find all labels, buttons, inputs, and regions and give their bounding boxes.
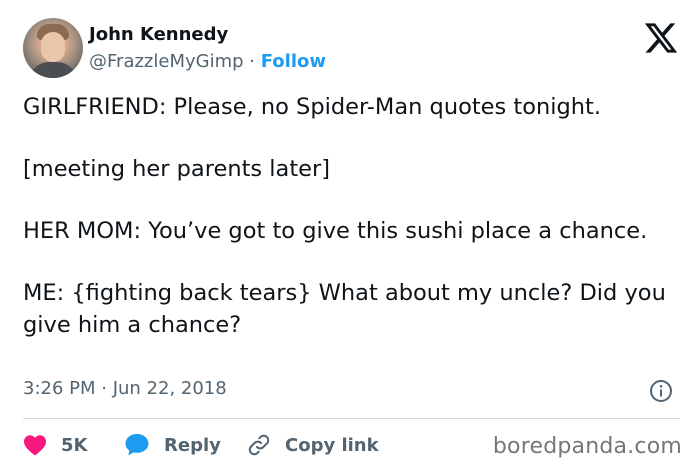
copy-link-button[interactable]: Copy link: [247, 430, 379, 460]
tweet-paragraph-3: HER MOM: You’ve got to give this sushi p…: [23, 218, 648, 244]
tweet-paragraph-2: [meeting her parents later]: [23, 156, 331, 182]
author-handle[interactable]: @FrazzleMyGimp: [89, 51, 244, 72]
info-icon[interactable]: [649, 379, 673, 403]
avatar[interactable]: [23, 18, 83, 78]
tweet-paragraph-4: ME: {fighting back tears} What about my …: [23, 280, 666, 338]
follow-button[interactable]: Follow: [261, 51, 326, 72]
tweet-header: John Kennedy @FrazzleMyGimp · Follow: [23, 18, 683, 80]
watermark: boredpanda.com: [492, 434, 682, 459]
tweet-timestamp[interactable]: 3:26 PM · Jun 22, 2018: [23, 378, 227, 399]
tweet-paragraph-1: GIRLFRIEND: Please, no Spider-Man quotes…: [23, 94, 602, 120]
avatar-face: [41, 32, 65, 62]
copy-link-label: Copy link: [285, 434, 379, 456]
tweet-text: GIRLFRIEND: Please, no Spider-Man quotes…: [23, 91, 683, 371]
link-icon: [248, 434, 270, 456]
like-count: 5K: [61, 434, 88, 456]
author-name[interactable]: John Kennedy: [89, 24, 228, 45]
reply-label: Reply: [164, 434, 221, 456]
handle-separator: ·: [243, 51, 261, 72]
divider: [23, 418, 680, 419]
author-handle-row: @FrazzleMyGimp · Follow: [89, 51, 326, 72]
like-button[interactable]: 5K: [23, 430, 87, 460]
reply-bubble-icon: [125, 434, 149, 456]
reply-button[interactable]: Reply: [124, 430, 221, 460]
heart-icon: [24, 435, 46, 456]
avatar-shirt: [29, 62, 77, 78]
x-logo-icon[interactable]: [643, 20, 679, 56]
